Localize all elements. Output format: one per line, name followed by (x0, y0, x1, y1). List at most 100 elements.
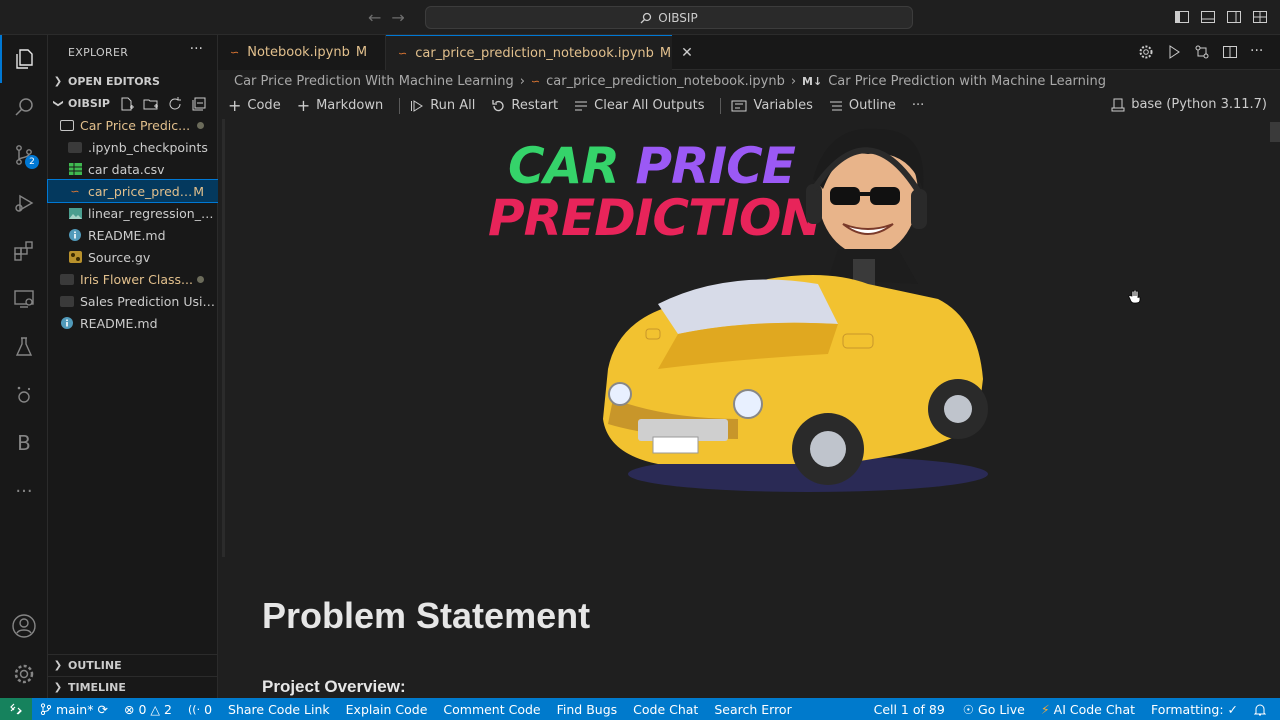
more-actions-icon[interactable]: ··· (1250, 44, 1266, 60)
customize-layout-icon[interactable] (1252, 9, 1268, 25)
source-control-activity[interactable]: 2 (0, 131, 48, 179)
plus-icon: + (228, 96, 242, 115)
outline-label: Outline (848, 98, 896, 113)
tree-label: car_price_predi... (88, 183, 194, 199)
toolbar-divider (399, 97, 401, 114)
more-activities[interactable]: ··· (0, 467, 48, 515)
breadcrumb-folder[interactable]: Car Price Prediction With Machine Learni… (234, 74, 514, 89)
tree-file-car-data[interactable]: car data.csv (48, 158, 218, 180)
explorer-activity[interactable] (0, 35, 48, 83)
tree-file-readme[interactable]: README.md (48, 224, 218, 246)
notebook-file-icon: ∽ (398, 46, 408, 60)
restart-icon (492, 99, 505, 111)
broadcast-icon: ☉ (962, 701, 975, 717)
go-live-button[interactable]: ☉ Go Live (955, 702, 1033, 717)
clear-all-outputs-button[interactable]: Clear All Outputs (574, 98, 704, 113)
kernel-picker[interactable]: base (Python 3.11.7) (1111, 97, 1267, 112)
run-icon[interactable] (1166, 44, 1182, 60)
tree-folder-iris[interactable]: Iris Flower Class... (48, 268, 218, 290)
tab-label: Notebook.ipynb (247, 45, 350, 60)
editor-actions: ··· (1138, 44, 1266, 60)
problems-status[interactable]: ⊗ 0 △ 2 (116, 702, 180, 717)
b-letter-icon: B (17, 431, 31, 455)
jupyter-activity[interactable] (0, 371, 48, 419)
outline-section[interactable]: ❯ OUTLINE (48, 654, 218, 676)
close-icon[interactable]: ✕ (681, 45, 693, 61)
toggle-secondary-sidebar-icon[interactable] (1226, 9, 1242, 25)
toolbar-more-button[interactable]: ··· (912, 98, 924, 113)
modified-badge: M (659, 45, 672, 61)
timeline-section[interactable]: ❯ TIMELINE (48, 676, 218, 698)
notifications-button[interactable] (1246, 703, 1280, 716)
image-file-icon (68, 206, 82, 220)
tree-label: car data.csv (88, 161, 165, 177)
new-folder-icon[interactable] (143, 96, 161, 112)
comment-code-button[interactable]: Comment Code (435, 702, 548, 717)
breadcrumb-file[interactable]: car_price_prediction_notebook.ipynb (546, 74, 785, 89)
tab-car-price-notebook[interactable]: ∽ car_price_prediction_notebook.ipynb M … (386, 35, 693, 70)
remote-explorer-icon (14, 290, 34, 308)
tree-folder-checkpoints[interactable]: .ipynb_checkpoints (48, 136, 218, 158)
folder-icon (60, 294, 74, 308)
open-editors-section[interactable]: ❯ OPEN EDITORS (48, 70, 218, 92)
cell-position[interactable]: Cell 1 of 89 (866, 702, 955, 717)
ports-status[interactable]: ((· 0 (180, 702, 220, 717)
variables-button[interactable]: Variables (731, 98, 813, 113)
split-editor-icon[interactable] (1222, 44, 1238, 60)
ai-code-chat-button[interactable]: ⚡ AI Code Chat (1033, 702, 1143, 717)
tree-folder-car-price[interactable]: Car Price Predic... (48, 114, 218, 136)
restart-label: Restart (511, 98, 559, 113)
graphviz-file-icon (68, 250, 82, 264)
error-icon: ⊗ (123, 701, 135, 717)
collapse-all-icon[interactable] (191, 96, 209, 112)
tab-notebook[interactable]: ∽ Notebook.ipynb M (218, 35, 386, 70)
refresh-icon[interactable] (167, 96, 185, 112)
formatting-status[interactable]: Formatting: ✓ (1143, 702, 1246, 717)
explain-code-button[interactable]: Explain Code (338, 702, 436, 717)
code-chat-button[interactable]: Code Chat (625, 702, 706, 717)
outline-button[interactable]: Outline (829, 98, 896, 113)
tree-file-source-gv[interactable]: Source.gv (48, 246, 218, 268)
add-code-cell-button[interactable]: + Code (228, 96, 281, 115)
breadcrumb-section[interactable]: Car Price Prediction with Machine Learni… (828, 74, 1106, 89)
forward-arrow-icon[interactable]: → (391, 8, 404, 27)
tree-folder-sales[interactable]: Sales Prediction Usin... (48, 290, 218, 312)
testing-activity[interactable] (0, 323, 48, 371)
new-file-icon[interactable] (119, 96, 137, 112)
b-extension-activity[interactable]: B (0, 419, 48, 467)
tree-file-linear-regression[interactable]: linear_regression_co... (48, 202, 218, 224)
share-code-link-button[interactable]: Share Code Link (220, 702, 338, 717)
folder-icon (60, 272, 74, 286)
find-bugs-button[interactable]: Find Bugs (549, 702, 626, 717)
extensions-activity[interactable] (0, 227, 48, 275)
remote-explorer-activity[interactable] (0, 275, 48, 323)
compare-changes-icon[interactable] (1194, 44, 1210, 60)
search-activity[interactable] (0, 83, 48, 131)
branch-status[interactable]: main* ⟳ (32, 702, 116, 717)
manage-activity[interactable] (0, 650, 48, 698)
error-count: 0 (138, 701, 147, 717)
run-debug-activity[interactable] (0, 179, 48, 227)
folder-icon (68, 140, 82, 154)
restart-button[interactable]: Restart (491, 98, 558, 113)
notebook-toolbar: + Code + Markdown Run All Restart Clear … (218, 92, 1280, 119)
vertical-scrollbar[interactable] (1270, 122, 1280, 142)
command-center[interactable]: OIBSIP (425, 6, 913, 29)
back-arrow-icon[interactable]: ← (368, 8, 381, 27)
add-markdown-cell-button[interactable]: + Markdown (297, 96, 384, 115)
tree-label: README.md (88, 227, 166, 243)
scm-count-badge: 2 (25, 155, 39, 169)
gear-icon[interactable] (1138, 44, 1154, 60)
tree-file-notebook[interactable]: ∽ car_price_predi... M (47, 179, 219, 203)
search-error-button[interactable]: Search Error (706, 702, 799, 717)
tree-file-root-readme[interactable]: README.md (48, 312, 218, 334)
toggle-panel-icon[interactable] (1200, 9, 1216, 25)
command-center-label: OIBSIP (658, 10, 698, 25)
toggle-primary-sidebar-icon[interactable] (1174, 9, 1190, 25)
accounts-activity[interactable] (0, 602, 48, 650)
notebook-file-icon: ∽ (230, 46, 240, 59)
explorer-more-icon[interactable]: ··· (190, 41, 203, 57)
folder-icon (60, 118, 74, 132)
run-all-button[interactable]: Run All (410, 98, 475, 113)
remote-indicator[interactable] (0, 698, 32, 720)
